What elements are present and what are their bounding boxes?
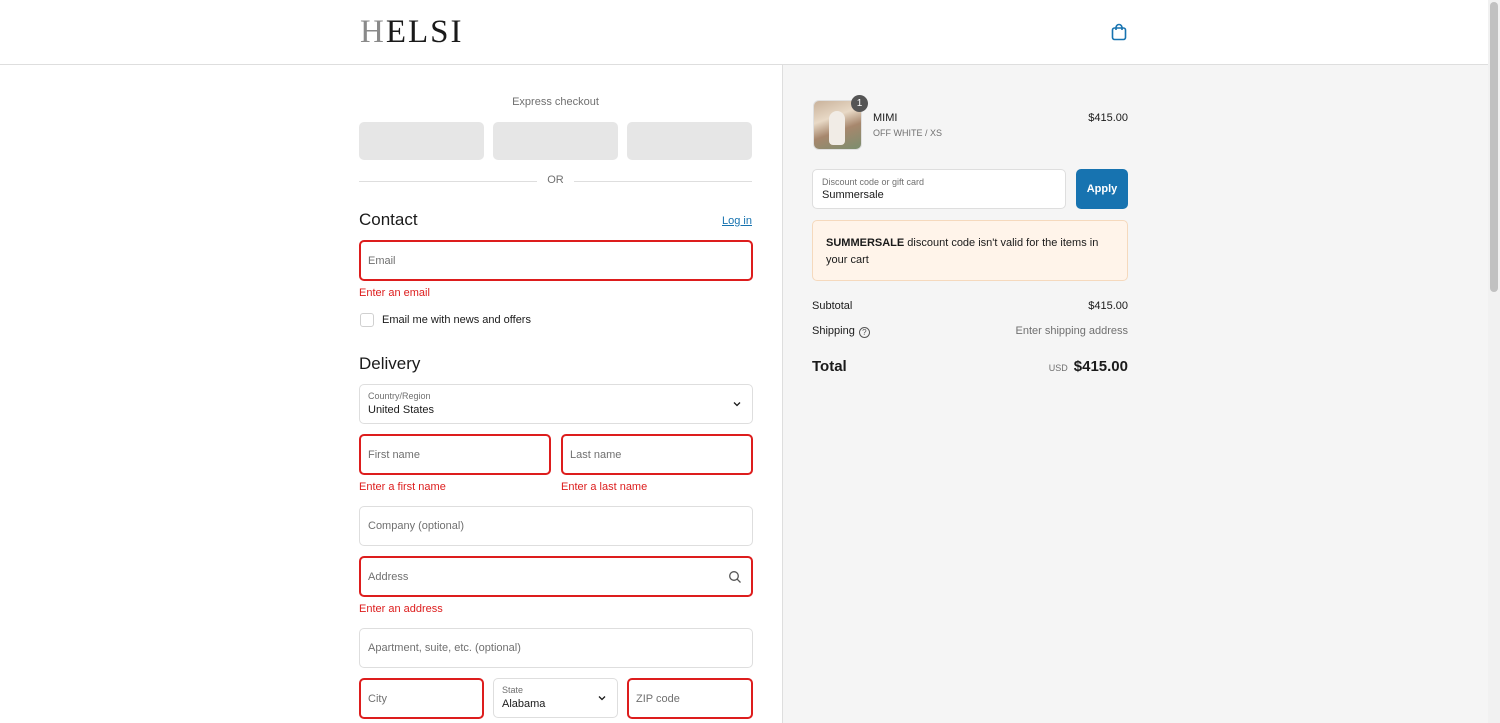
header: HELSI — [0, 0, 1488, 65]
express-pay-button-2[interactable] — [493, 122, 618, 160]
first-name-error: Enter a first name — [359, 481, 446, 493]
newsletter-label[interactable]: Email me with news and offers — [382, 314, 531, 326]
shipping-label-row: Shipping? — [812, 325, 870, 338]
order-summary-panel — [782, 65, 1488, 723]
newsletter-checkbox[interactable] — [360, 313, 374, 327]
first-name-field[interactable]: First name — [359, 434, 551, 475]
subtotal-value: $415.00 — [1088, 300, 1128, 312]
product-variant: OFF WHITE / XS — [873, 128, 942, 138]
address-error: Enter an address — [359, 603, 443, 615]
product-price: $415.00 — [1088, 112, 1128, 124]
express-pay-button-1[interactable] — [359, 122, 484, 160]
shipping-value: Enter shipping address — [1015, 325, 1128, 337]
login-link[interactable]: Log in — [700, 215, 752, 227]
delivery-heading: Delivery — [359, 354, 421, 373]
help-icon[interactable]: ? — [858, 327, 870, 338]
state-select[interactable]: State Alabama — [493, 678, 618, 718]
apartment-field[interactable]: Apartment, suite, etc. (optional) — [359, 628, 753, 668]
address-field[interactable]: Address — [359, 556, 753, 597]
subtotal-label: Subtotal — [812, 300, 853, 312]
scrollbar[interactable] — [1488, 0, 1500, 723]
search-icon — [729, 571, 741, 583]
contact-heading: Contact — [359, 210, 418, 229]
last-name-error: Enter a last name — [561, 481, 648, 493]
discount-code-field[interactable]: Discount code or gift card Summersale — [812, 169, 1066, 209]
total-label: Total — [812, 358, 847, 375]
brand-logo[interactable]: HELSI — [360, 14, 464, 50]
or-divider: OR — [359, 174, 752, 188]
city-field[interactable]: City — [359, 678, 484, 719]
zip-field[interactable]: ZIP code — [627, 678, 753, 719]
chevron-down-icon — [733, 402, 741, 407]
email-error: Enter an email — [359, 287, 430, 299]
shopping-bag-icon[interactable] — [1109, 22, 1129, 42]
express-checkout-title: Express checkout — [512, 96, 599, 108]
total-value-row: USD $415.00 — [1048, 358, 1128, 375]
country-select[interactable]: Country/Region United States — [359, 384, 753, 424]
quantity-badge: 1 — [851, 95, 868, 112]
email-field[interactable]: Email — [359, 240, 753, 281]
chevron-down-icon — [598, 696, 606, 701]
product-name: MIMI — [873, 112, 898, 124]
last-name-field[interactable]: Last name — [561, 434, 753, 475]
apply-discount-button[interactable]: Apply — [1076, 169, 1128, 209]
company-field[interactable]: Company (optional) — [359, 506, 753, 546]
discount-error-notice: SUMMERSALE discount code isn't valid for… — [812, 220, 1128, 281]
scrollbar-thumb[interactable] — [1490, 2, 1498, 292]
express-pay-button-3[interactable] — [627, 122, 752, 160]
